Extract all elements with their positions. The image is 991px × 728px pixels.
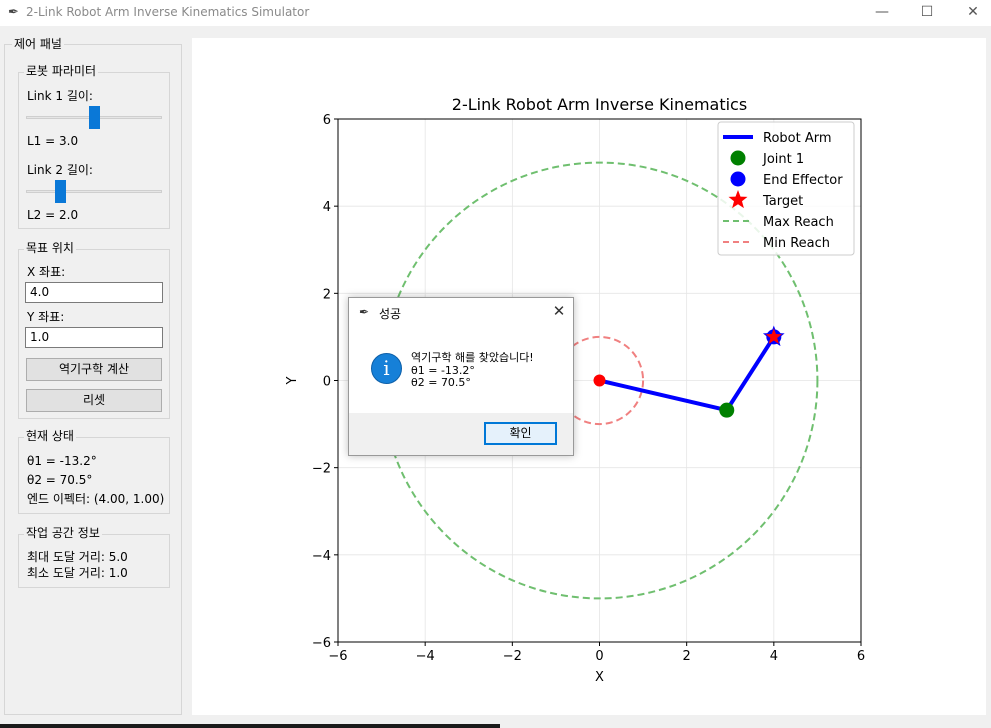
x-tick-label: 0 (595, 649, 603, 664)
dialog-message-line3: θ2 = 70.5° (411, 376, 471, 389)
joint-1-point (719, 402, 735, 418)
window-titlebar: ✒ 2-Link Robot Arm Inverse Kinematics Si… (0, 0, 991, 26)
reset-button[interactable]: 리셋 (26, 389, 162, 412)
window-title: 2-Link Robot Arm Inverse Kinematics Simu… (26, 5, 310, 19)
control-panel-title: 제어 패널 (12, 37, 64, 51)
x-axis-label: X (595, 670, 604, 685)
legend-swatch-joint-1 (730, 150, 746, 166)
x-coord-label: X 좌표: (27, 265, 66, 279)
link2-slider-track[interactable] (26, 190, 162, 193)
x-tick-label: −4 (416, 649, 435, 664)
link2-value: L2 = 2.0 (27, 208, 79, 222)
base-point (593, 374, 606, 387)
dialog-footer: 확인 (349, 413, 573, 455)
y-coord-input[interactable]: 1.0 (25, 327, 163, 348)
x-tick-label: 4 (770, 649, 778, 664)
legend-label: End Effector (763, 173, 843, 188)
y-coord-label: Y 좌표: (27, 310, 65, 324)
status-title: 현재 상태 (24, 429, 76, 443)
y-tick-label: 6 (323, 113, 331, 128)
minimize-button[interactable]: — (859, 0, 905, 26)
legend-label: Max Reach (763, 215, 834, 230)
workspace-max-reach: 최대 도달 거리: 5.0 (27, 550, 128, 564)
link2-slider-thumb[interactable] (54, 180, 66, 203)
x-coord-input[interactable]: 4.0 (25, 282, 163, 303)
y-axis-label: Y (285, 376, 300, 385)
x-tick-label: 2 (683, 649, 691, 664)
status-end-effector: 엔드 이펙터: (4.00, 1.00) (27, 492, 165, 506)
y-tick-label: −4 (312, 549, 331, 564)
workspace-title: 작업 공간 정보 (24, 526, 102, 540)
feather-icon: ✒ (359, 305, 370, 319)
taskbar-edge (0, 724, 500, 728)
link1-label: Link 1 길이: (27, 89, 93, 103)
link1-slider-thumb[interactable] (88, 106, 100, 129)
dialog-message-line1: 역기구학 해를 찾았습니다! (411, 351, 534, 364)
feather-icon: ✒ (8, 5, 19, 20)
x-tick-label: 6 (857, 649, 865, 664)
y-tick-label: 0 (323, 375, 331, 390)
y-tick-label: −2 (312, 462, 331, 477)
legend-label: Min Reach (763, 236, 830, 251)
info-icon: i (371, 353, 402, 384)
legend-swatch-end-effector (730, 171, 746, 187)
workspace-min-reach: 최소 도달 거리: 1.0 (27, 566, 128, 580)
legend-label: Joint 1 (762, 152, 804, 167)
chart-title: 2-Link Robot Arm Inverse Kinematics (452, 95, 747, 114)
x-tick-label: −6 (328, 649, 347, 664)
robot-params-title: 로봇 파라미터 (24, 64, 99, 78)
y-tick-label: 2 (323, 287, 331, 302)
status-theta2: θ2 = 70.5° (27, 473, 93, 487)
link2-label: Link 2 길이: (27, 163, 93, 177)
legend-label: Target (762, 194, 803, 209)
link1-value: L1 = 3.0 (27, 134, 79, 148)
y-tick-label: −6 (312, 636, 331, 651)
ik-plot: −6 −4 −2 0 2 4 6 −6 −4 −2 0 2 4 6 2-Link Robot Arm Inv… (285, 95, 865, 685)
dialog-title: 성공 (379, 307, 402, 321)
status-theta1: θ1 = -13.2° (27, 454, 97, 468)
dialog-close-icon[interactable]: ✕ (549, 301, 569, 321)
y-tick-label: 4 (323, 200, 331, 215)
maximize-button[interactable]: ☐ (904, 0, 950, 26)
ok-button[interactable]: 확인 (484, 422, 557, 445)
success-dialog: ✒ 성공 ✕ i 역기구학 해를 찾았습니다! θ1 = -13.2° θ2 =… (348, 297, 574, 456)
x-tick-label: −2 (503, 649, 522, 664)
close-button[interactable]: ✕ (950, 0, 991, 26)
compute-ik-button[interactable]: 역기구학 계산 (26, 358, 162, 381)
plot-canvas: −6 −4 −2 0 2 4 6 −6 −4 −2 0 2 4 6 2-Link Robot Arm Inv… (192, 38, 986, 715)
target-title: 목표 위치 (24, 241, 76, 255)
legend-label: Robot Arm (763, 131, 832, 146)
